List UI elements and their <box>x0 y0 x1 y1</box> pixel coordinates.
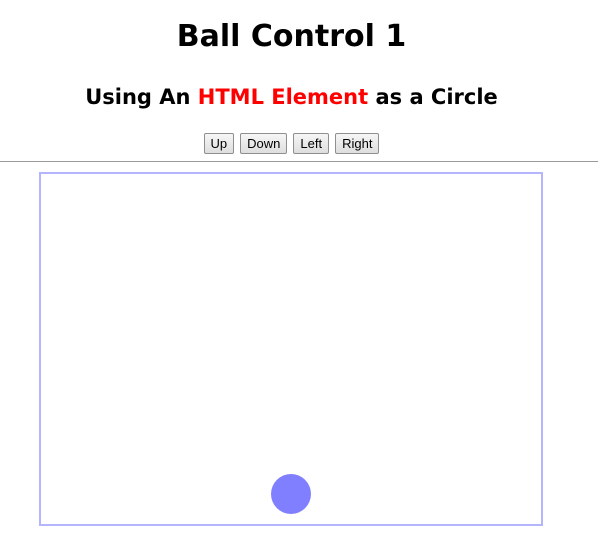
down-button[interactable]: Down <box>240 133 288 154</box>
play-area <box>39 172 543 526</box>
page-subtitle: Using An HTML Element as a Circle <box>0 83 583 111</box>
subtitle-prefix: Using An <box>85 85 198 109</box>
left-button[interactable]: Left <box>293 133 330 154</box>
right-button[interactable]: Right <box>335 133 380 154</box>
ball-controls: Up Down Left Right <box>0 133 583 154</box>
subtitle-suffix: as a Circle <box>368 85 498 109</box>
horizontal-rule <box>0 161 598 162</box>
up-button[interactable]: Up <box>203 133 235 154</box>
ball <box>271 474 311 514</box>
page-title: Ball Control 1 <box>176 19 407 54</box>
subtitle-highlight: HTML Element <box>197 85 369 109</box>
